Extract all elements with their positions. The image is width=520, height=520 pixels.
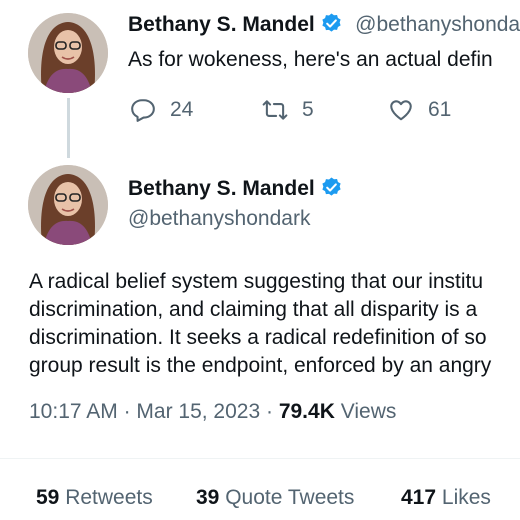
meta-separator: · (123, 400, 137, 423)
like-count: 61 (428, 98, 452, 121)
tweet-body-line: group result is the endpoint, enforced b… (29, 354, 492, 377)
reply-icon (131, 99, 155, 122)
verified-badge-icon (322, 13, 341, 32)
main-header: Bethany S. Mandel (128, 176, 343, 201)
tweet-body-line: A radical belief system suggesting that … (29, 270, 484, 293)
likes-label: Likes (441, 486, 491, 509)
views-count: 79.4K (278, 400, 335, 423)
author-handle[interactable]: @bethanyshondark (128, 207, 310, 231)
heart-icon (390, 100, 412, 121)
retweet-count: 5 (302, 98, 314, 121)
reply-button[interactable]: 24 (130, 97, 193, 123)
retweets-count: 59 (36, 486, 60, 509)
tweet-body: A radical belief system suggesting that … (29, 268, 491, 380)
quote-tweets-stat-link[interactable]: 39 Quote Tweets (196, 486, 354, 510)
tweet-meta: 10:17 AM · Mar 15, 2023 · 79.4K Views (29, 400, 396, 424)
profile-photo (28, 165, 108, 245)
author-name[interactable]: Bethany S. Mandel (128, 13, 315, 36)
reply-text: As for wokeness, here's an actual defin (128, 48, 493, 71)
verified-badge-icon (322, 177, 341, 196)
tweet-body-line: discrimination, and claiming that all di… (29, 298, 478, 321)
profile-photo (28, 13, 108, 93)
retweets-label: Retweets (65, 486, 153, 509)
tweet-time[interactable]: 10:17 AM (29, 400, 118, 423)
avatar[interactable] (28, 165, 108, 245)
retweet-button[interactable]: 5 (262, 97, 314, 123)
likes-count: 417 (401, 486, 437, 509)
tweet-body-line: discrimination. It seeks a radical redef… (29, 326, 487, 349)
views-label: Views (340, 400, 397, 423)
author-handle[interactable]: @bethanyshondark (355, 13, 520, 36)
quote-tweets-label: Quote Tweets (225, 486, 355, 509)
retweets-stat-link[interactable]: 59 Retweets (36, 486, 153, 510)
retweet-icon (262, 100, 288, 120)
quote-tweets-count: 39 (196, 486, 220, 509)
avatar[interactable] (28, 13, 108, 93)
like-button[interactable]: 61 (388, 97, 451, 123)
reply-count: 24 (170, 98, 194, 121)
divider (0, 458, 520, 459)
author-name[interactable]: Bethany S. Mandel (128, 177, 315, 200)
thread-line (67, 98, 70, 158)
meta-separator: · (266, 400, 279, 423)
reply-header: Bethany S. Mandel @bethanyshondark (128, 12, 520, 37)
tweet-date[interactable]: Mar 15, 2023 (136, 400, 260, 423)
likes-stat-link[interactable]: 417 Likes (401, 486, 491, 510)
